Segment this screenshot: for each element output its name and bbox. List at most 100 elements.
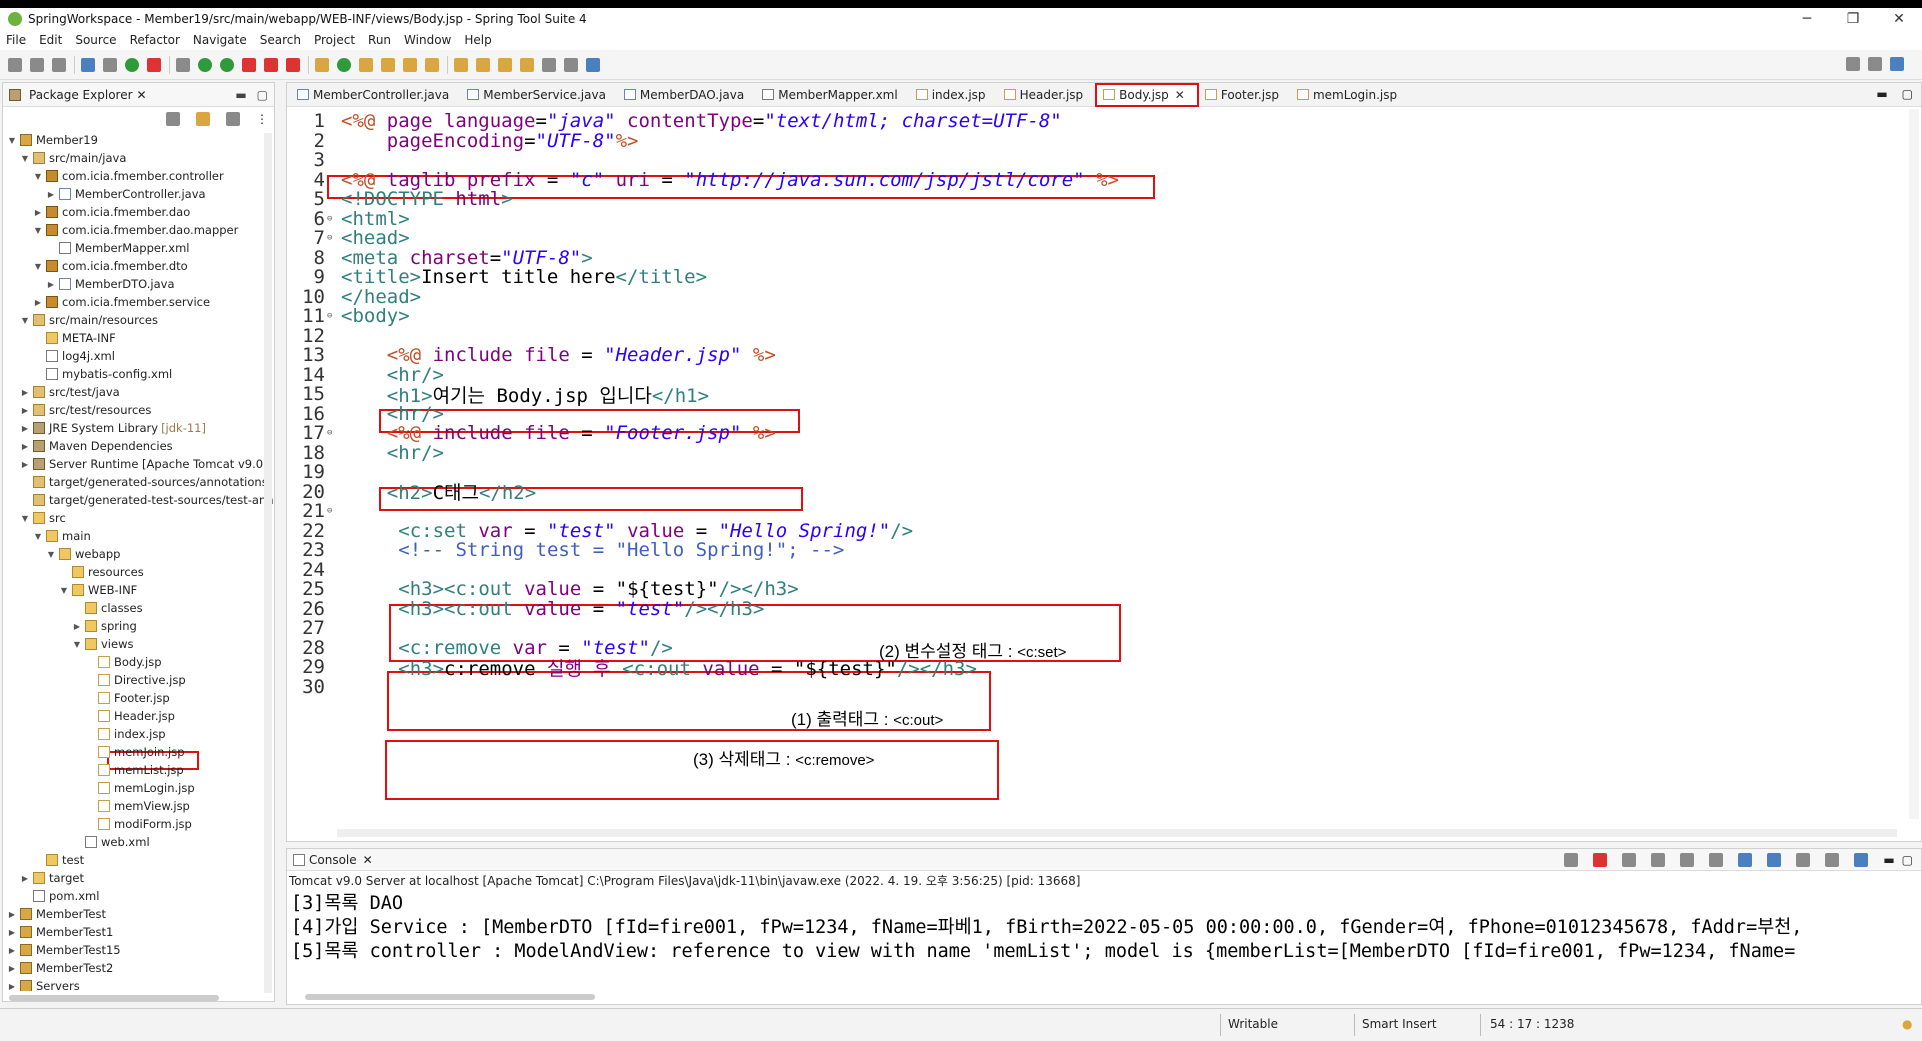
close-tab-icon[interactable]: ✕	[1175, 88, 1185, 102]
new-icon[interactable]	[8, 57, 22, 72]
link-editor-icon[interactable]	[196, 112, 210, 126]
next-annotation-icon[interactable]	[476, 57, 490, 72]
notification-icon[interactable]: ●	[1902, 1017, 1912, 1031]
package-explorer-hscrollbar[interactable]	[9, 995, 219, 1001]
package-explorer-tab[interactable]: Package Explorer ✕	[9, 88, 147, 102]
editor-hscrollbar[interactable]	[337, 829, 1897, 837]
tree-node[interactable]: Directive.jsp	[85, 671, 186, 689]
tree-node[interactable]: ▶ src/test/resources	[20, 401, 151, 419]
close-icon[interactable]: ✕	[363, 853, 373, 867]
fold-icon[interactable]: ⊖	[327, 311, 337, 321]
save-all-icon[interactable]	[52, 57, 66, 72]
collapse-icon[interactable]: ▼	[33, 172, 43, 181]
editor-tab[interactable]: Footer.jsp	[1199, 83, 1291, 107]
collapse-icon[interactable]: ▼	[33, 262, 43, 271]
editor-vscrollbar[interactable]	[1909, 109, 1919, 819]
pin-console-icon[interactable]	[1796, 852, 1811, 867]
expand-icon[interactable]: ▶	[33, 298, 43, 307]
menu-refactor[interactable]: Refactor	[130, 33, 180, 47]
editor-tab[interactable]: MemberService.java	[461, 83, 618, 107]
minimize-editor-icon[interactable]: ▬	[1876, 87, 1887, 101]
code-area[interactable]: (2) 변수설정 태그 : <c:set> (1) 출력태그 : <c:out>…	[287, 107, 1921, 817]
open-folder-icon[interactable]	[425, 57, 439, 72]
collapse-icon[interactable]: ▼	[33, 532, 43, 541]
expand-icon[interactable]: ▶	[46, 190, 56, 199]
show-stdout-icon[interactable]	[1738, 852, 1753, 867]
open-type-icon[interactable]	[359, 57, 373, 72]
menu-file[interactable]: File	[6, 33, 26, 47]
expand-icon[interactable]: ▶	[20, 460, 30, 469]
tree-node[interactable]: ▼ views	[72, 635, 134, 653]
word-wrap-icon[interactable]	[1709, 852, 1724, 867]
tree-node[interactable]: memView.jsp	[85, 797, 190, 815]
tree-node[interactable]: target/generated-test-sources/test-ann	[20, 491, 274, 509]
tree-node[interactable]: ▶ MemberTest15	[7, 941, 121, 959]
view-menu-icon[interactable]: ⋮	[256, 112, 268, 126]
tree-node[interactable]: mybatis-config.xml	[33, 365, 172, 383]
pin-editor-icon[interactable]	[564, 57, 578, 72]
tree-node[interactable]: ▶ MemberDTO.java	[46, 275, 175, 293]
collapse-icon[interactable]: ▼	[72, 640, 82, 649]
expand-icon[interactable]: ▶	[72, 622, 82, 631]
tree-node[interactable]: Footer.jsp	[85, 689, 170, 707]
expand-icon[interactable]: ▶	[20, 424, 30, 433]
expand-icon[interactable]: ▶	[7, 982, 17, 991]
editor-tab[interactable]: Header.jsp	[998, 83, 1096, 107]
tree-node[interactable]: ▼ webapp	[46, 545, 121, 563]
maximize-editor-icon[interactable]: ▢	[1902, 87, 1913, 101]
tree-node[interactable]: ▶ target	[20, 869, 84, 887]
tree-node[interactable]: index.jsp	[85, 725, 166, 743]
fold-icon[interactable]: ⊖	[327, 233, 337, 243]
tree-node[interactable]: MemberMapper.xml	[46, 239, 189, 257]
back-icon[interactable]	[520, 57, 534, 72]
open-perspective-icon[interactable]	[586, 57, 600, 72]
tree-node[interactable]: ▶ com.icia.fmember.service	[33, 293, 210, 311]
run-icon[interactable]	[198, 57, 212, 72]
maximize-console-icon[interactable]: ▢	[1902, 853, 1913, 867]
filter-icon[interactable]	[226, 112, 240, 126]
tree-node[interactable]: ▶ com.icia.fmember.dao	[33, 203, 190, 221]
tree-node[interactable]: ▼ com.icia.fmember.dto	[33, 257, 188, 275]
show-stderr-icon[interactable]	[1767, 852, 1782, 867]
clear-console-icon[interactable]	[1651, 852, 1666, 867]
forward-icon[interactable]	[542, 57, 556, 72]
console-title[interactable]: Console	[309, 853, 357, 867]
collapse-icon[interactable]: ▼	[7, 136, 17, 145]
tree-node[interactable]: META-INF	[33, 329, 116, 347]
fold-icon[interactable]: ⊖	[327, 214, 337, 224]
expand-icon[interactable]: ▶	[33, 208, 43, 217]
new-class-icon[interactable]	[337, 57, 351, 72]
terminate-icon[interactable]	[1593, 852, 1608, 867]
menu-window[interactable]: Window	[404, 33, 451, 47]
tree-node[interactable]: classes	[72, 599, 143, 617]
tree-node[interactable]: ▼ src	[20, 509, 66, 527]
collapse-icon[interactable]: ▼	[33, 226, 43, 235]
tree-node[interactable]: ▼ com.icia.fmember.controller	[33, 167, 224, 185]
tree-node[interactable]: test	[33, 851, 84, 869]
close-button[interactable]: ✕	[1876, 8, 1922, 30]
editor-tab[interactable]: index.jsp	[910, 83, 998, 107]
maximize-button[interactable]: ❐	[1830, 8, 1876, 30]
tree-node[interactable]: memJoin.jsp	[85, 743, 185, 761]
tree-node[interactable]: ▶ spring	[72, 617, 137, 635]
spring-boot-icon[interactable]	[125, 57, 139, 72]
tree-node[interactable]: ▶ JRE System Library [jdk-11]	[20, 419, 206, 437]
tree-node[interactable]: Header.jsp	[85, 707, 175, 725]
annotation-icon[interactable]	[454, 57, 468, 72]
deploy-icon[interactable]	[286, 57, 300, 72]
tree-node[interactable]: ▶ src/test/java	[20, 383, 120, 401]
remove-launch-icon[interactable]	[1564, 852, 1579, 867]
tree-node[interactable]: ▼ Member19	[7, 131, 98, 149]
search-tool-icon[interactable]	[403, 57, 417, 72]
menu-project[interactable]: Project	[314, 33, 355, 47]
coverage-icon[interactable]	[220, 57, 234, 72]
expand-icon[interactable]: ▶	[20, 406, 30, 415]
tree-node[interactable]: ▶ Server Runtime [Apache Tomcat v9.0]	[20, 455, 268, 473]
collapse-icon[interactable]: ▼	[20, 154, 30, 163]
expand-icon[interactable]: ▶	[46, 280, 56, 289]
new-java-package-icon[interactable]	[315, 57, 329, 72]
editor-tab[interactable]: Body.jsp ✕	[1095, 82, 1199, 107]
debug-icon[interactable]	[176, 57, 190, 72]
tree-node[interactable]: ▶ Maven Dependencies	[20, 437, 173, 455]
fold-icon[interactable]: ⊖	[327, 506, 337, 516]
